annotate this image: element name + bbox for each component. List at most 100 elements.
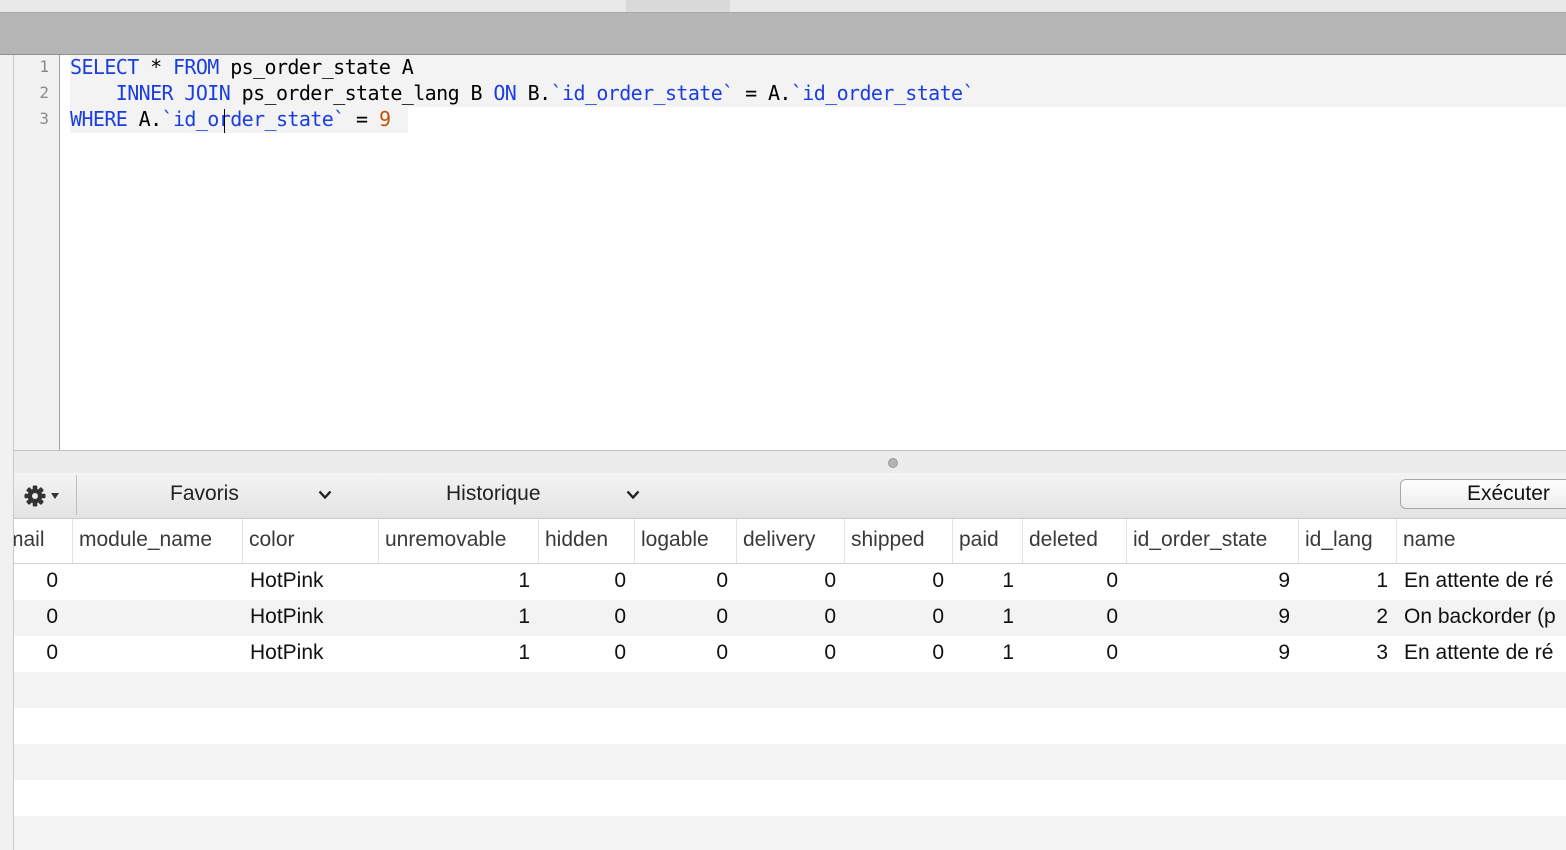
text-caret <box>224 109 225 133</box>
table-cell[interactable]: 1 <box>378 636 538 672</box>
table-cell[interactable]: 1 <box>1298 564 1396 600</box>
table-cell[interactable]: On backorder (p <box>1396 600 1566 636</box>
table-cell[interactable]: 0 <box>736 564 844 600</box>
table-cell[interactable] <box>72 564 242 600</box>
table-cell[interactable]: 1 <box>378 600 538 636</box>
sql-keyword: INNER JOIN <box>115 81 231 105</box>
column-header-deleted[interactable]: deleted <box>1022 519 1126 563</box>
sql-text: ps_order_state_lang B <box>230 81 494 105</box>
table-cell[interactable] <box>72 600 242 636</box>
sql-keyword: SELECT <box>70 55 139 79</box>
line-number: 2 <box>39 83 49 102</box>
sql-number: 9 <box>378 107 391 131</box>
favorites-dropdown[interactable]: Favoris <box>154 481 344 509</box>
table-cell[interactable]: 2 <box>1298 600 1396 636</box>
table-row[interactable]: 0 HotPink 1 0 0 0 0 1 0 9 1 En attente de ré <box>14 564 1566 600</box>
sql-keyword: ON <box>493 81 517 105</box>
table-row[interactable]: 0 HotPink 1 0 0 0 0 1 0 9 3 En attente de ré <box>14 636 1566 672</box>
execute-label: Exécuter <box>1467 482 1550 505</box>
column-header-delivery[interactable]: delivery <box>736 519 844 563</box>
sql-text: * <box>138 55 173 79</box>
table-cell[interactable]: 9 <box>1126 636 1298 672</box>
history-dropdown[interactable]: Historique <box>430 481 650 509</box>
table-cell[interactable] <box>72 636 242 672</box>
column-header-mail[interactable]: mail <box>14 519 64 563</box>
table-cell[interactable]: 0 <box>634 564 736 600</box>
column-header-id-lang[interactable]: id_lang <box>1298 519 1396 563</box>
table-cell[interactable]: 0 <box>844 564 952 600</box>
table-cell[interactable]: 0 <box>736 600 844 636</box>
table-cell[interactable]: En attente de ré <box>1396 564 1566 600</box>
left-sidebar-edge <box>0 55 14 850</box>
table-cell[interactable]: 0 <box>538 600 634 636</box>
table-cell[interactable]: En attente de ré <box>1396 636 1566 672</box>
execute-button[interactable]: Exécuter <box>1400 479 1566 509</box>
column-header-shipped[interactable]: shipped <box>844 519 952 563</box>
table-cell[interactable]: 0 <box>634 600 736 636</box>
table-cell[interactable]: 1 <box>378 564 538 600</box>
chevron-down-icon <box>626 490 640 500</box>
column-header-hidden[interactable]: hidden <box>538 519 634 563</box>
column-header-id-order-state[interactable]: id_order_state <box>1126 519 1298 563</box>
line-number: 3 <box>39 109 49 128</box>
table-cell[interactable]: 0 <box>14 636 64 672</box>
table-row[interactable] <box>14 816 1566 850</box>
table-cell[interactable]: 0 <box>844 600 952 636</box>
table-cell[interactable]: 0 <box>844 636 952 672</box>
table-cell[interactable]: 0 <box>1022 636 1126 672</box>
table-cell[interactable]: 0 <box>1022 600 1126 636</box>
sql-editor[interactable]: 1 2 3 SELECT * FROM ps_order_state A INN… <box>14 55 1566 450</box>
table-row[interactable] <box>14 744 1566 780</box>
table-cell[interactable]: HotPink <box>242 600 378 636</box>
table-cell[interactable]: 0 <box>14 564 64 600</box>
column-header-name[interactable]: name <box>1396 519 1566 563</box>
sql-identifier: `id_order_state` <box>550 81 735 105</box>
top-toolbar-strip <box>0 13 1566 55</box>
active-tab[interactable] <box>626 0 730 12</box>
sql-text: A. <box>127 107 162 131</box>
table-cell[interactable]: 9 <box>1126 564 1298 600</box>
table-row[interactable] <box>14 780 1566 816</box>
sql-keyword: WHERE <box>70 107 128 131</box>
sql-identifier: `id_order_state` <box>161 107 346 131</box>
sql-text: = <box>344 107 379 131</box>
table-cell[interactable]: 0 <box>14 600 64 636</box>
table-cell[interactable]: 0 <box>538 564 634 600</box>
code-line-2[interactable]: INNER JOIN ps_order_state_lang B ON B.`i… <box>70 81 975 107</box>
column-header-module-name[interactable]: module_name <box>72 519 242 563</box>
table-cell[interactable]: 0 <box>538 636 634 672</box>
results-table[interactable]: mail module_name color unremovable hidden log… <box>14 519 1566 850</box>
results-header: mail module_name color unremovable hidden log… <box>14 519 1566 564</box>
line-number-gutter: 1 2 3 <box>14 55 60 450</box>
line-number: 1 <box>39 57 49 76</box>
table-cell[interactable]: 0 <box>736 636 844 672</box>
favorites-label: Favoris <box>170 482 239 505</box>
column-header-logable[interactable]: logable <box>634 519 736 563</box>
chevron-down-icon <box>318 490 332 500</box>
table-cell[interactable]: 0 <box>634 636 736 672</box>
code-line-3[interactable]: WHERE A.`id_order_state` = 9 <box>70 107 391 133</box>
table-cell[interactable]: 9 <box>1126 600 1298 636</box>
gear-icon <box>24 485 59 507</box>
sql-keyword: FROM <box>172 55 219 79</box>
table-cell[interactable]: 1 <box>952 636 1022 672</box>
table-cell[interactable]: HotPink <box>242 564 378 600</box>
table-cell[interactable]: 1 <box>952 564 1022 600</box>
pane-splitter[interactable] <box>14 450 1566 474</box>
table-cell[interactable]: 3 <box>1298 636 1396 672</box>
table-cell[interactable]: 0 <box>1022 564 1126 600</box>
table-cell[interactable]: 1 <box>952 600 1022 636</box>
sql-identifier: `id_order_state` <box>790 81 975 105</box>
column-header-color[interactable]: color <box>242 519 378 563</box>
table-row[interactable] <box>14 708 1566 744</box>
code-line-1[interactable]: SELECT * FROM ps_order_state A <box>70 55 414 81</box>
table-row[interactable]: 0 HotPink 1 0 0 0 0 1 0 9 2 On backorder (p <box>14 600 1566 636</box>
table-row[interactable] <box>14 672 1566 708</box>
column-header-paid[interactable]: paid <box>952 519 1022 563</box>
column-header-unremovable[interactable]: unremovable <box>378 519 538 563</box>
table-cell[interactable]: HotPink <box>242 636 378 672</box>
query-toolbar: Favoris Historique Exécuter <box>14 473 1566 519</box>
gear-menu-button[interactable] <box>14 475 77 515</box>
splitter-handle[interactable] <box>888 458 898 468</box>
